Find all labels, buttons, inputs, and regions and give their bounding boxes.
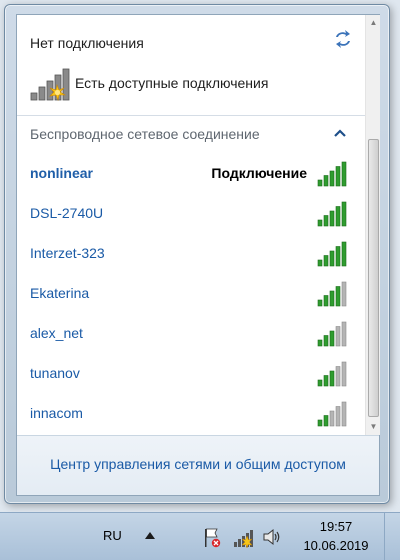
clock-time: 19:57 [319, 519, 353, 534]
action-center-flag-icon[interactable] [203, 527, 221, 549]
signal-strength-icon [317, 281, 347, 307]
signal-strength-icon [317, 161, 347, 187]
network-name: Ekaterina [30, 285, 90, 301]
network-name: innacom [30, 405, 83, 421]
network-item[interactable]: Interzet-323 [17, 235, 365, 275]
wireless-section-title: Беспроводное сетевое соединение [30, 126, 260, 142]
wireless-section-header[interactable]: Беспроводное сетевое соединение [17, 121, 365, 147]
signal-bar [323, 175, 329, 187]
signal-bar [341, 401, 347, 427]
signal-bar [335, 166, 341, 187]
signal-bar [329, 370, 335, 387]
signal-bar [329, 250, 335, 267]
network-list: nonlinear Подключение DSL-2740U Interzet-32… [17, 155, 365, 435]
signal-bar [329, 170, 335, 187]
show-hidden-icons-icon[interactable] [144, 531, 156, 541]
signal-bar [335, 246, 341, 267]
signal-bar [317, 179, 323, 187]
signal-bar [341, 321, 347, 347]
clock[interactable]: 19:57 10.06.2019 [296, 519, 376, 553]
signal-bar [317, 299, 323, 307]
signal-bar [323, 255, 329, 267]
signal-bar [335, 286, 341, 307]
signal-bar [317, 379, 323, 387]
signal-strength-icon [317, 201, 347, 227]
signal-bar [323, 375, 329, 387]
scrollbar-thumb[interactable] [368, 139, 379, 417]
network-name: DSL-2740U [30, 205, 104, 221]
signal-bar [341, 161, 347, 187]
language-indicator[interactable]: RU [103, 528, 122, 543]
signal-bar [335, 206, 341, 227]
taskbar: RU 19:57 10.06.2019 [0, 512, 400, 560]
refresh-button[interactable] [333, 29, 353, 49]
chevron-up-icon[interactable] [333, 127, 347, 139]
signal-bar [341, 281, 347, 307]
network-item[interactable]: innacom [17, 395, 365, 435]
available-connections-text: Есть доступные подключения [75, 75, 269, 91]
signal-bar [323, 335, 329, 347]
signal-bar [341, 361, 347, 387]
signal-bar [317, 259, 323, 267]
network-item[interactable]: DSL-2740U [17, 195, 365, 235]
signal-bar [323, 215, 329, 227]
network-item[interactable]: alex_net [17, 315, 365, 355]
scroll-down-button[interactable]: ▼ [366, 419, 381, 435]
signal-bar [317, 339, 323, 347]
signal-bar [335, 406, 341, 427]
signal-bar [317, 219, 323, 227]
show-desktop-button[interactable] [384, 513, 400, 560]
signal-bar [317, 419, 323, 427]
signal-bar [323, 415, 329, 427]
signal-bar [329, 290, 335, 307]
network-item[interactable]: nonlinear Подключение [17, 155, 365, 195]
signal-bar [341, 241, 347, 267]
footer: Центр управления сетями и общим доступом [17, 435, 379, 495]
signal-strength-icon [317, 401, 347, 427]
network-item[interactable]: Ekaterina [17, 275, 365, 315]
network-name: alex_net [30, 325, 83, 341]
connection-status-area: Нет подключения Есть доступные подключен… [17, 15, 365, 115]
network-status: Подключение [211, 165, 307, 181]
network-flyout-panel: Нет подключения Есть доступные подключен… [16, 14, 380, 496]
network-item[interactable]: tunanov [17, 355, 365, 395]
network-name: nonlinear [30, 165, 94, 181]
signal-bar [329, 330, 335, 347]
signal-bar [341, 201, 347, 227]
signal-bar [323, 295, 329, 307]
available-connections-icon [30, 68, 70, 101]
divider [17, 115, 365, 116]
speaker-icon[interactable] [262, 527, 282, 547]
signal-bar [335, 366, 341, 387]
network-tray-icon[interactable] [233, 526, 255, 548]
network-name: tunanov [30, 365, 80, 381]
refresh-icon [336, 30, 350, 48]
signal-bar [329, 210, 335, 227]
scroll-up-button[interactable]: ▲ [366, 15, 381, 31]
network-name: Interzet-323 [30, 245, 105, 261]
signal-bar [335, 326, 341, 347]
signal-bar [329, 410, 335, 427]
connection-status-text: Нет подключения [30, 35, 144, 51]
scrollbar[interactable]: ▲ ▼ [365, 15, 380, 435]
signal-strength-icon [317, 321, 347, 347]
clock-date: 10.06.2019 [303, 538, 369, 553]
network-center-link[interactable]: Центр управления сетями и общим доступом [17, 456, 379, 472]
signal-strength-icon [317, 241, 347, 267]
signal-strength-icon [317, 361, 347, 387]
